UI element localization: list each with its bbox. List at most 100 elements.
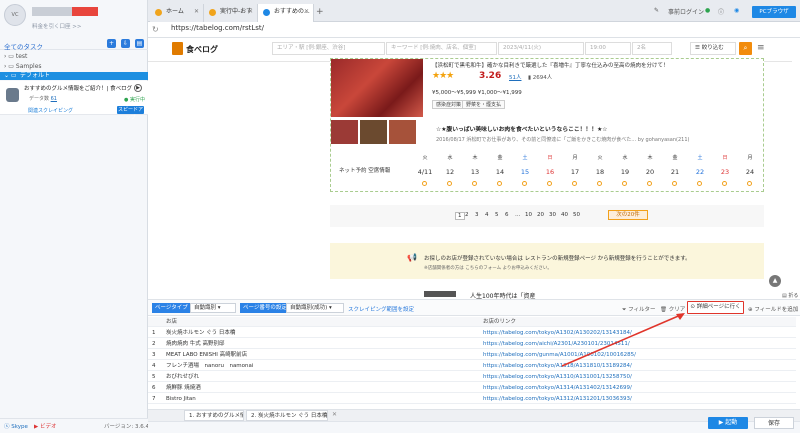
table-row[interactable]: 4 フレンチ酒場 nanoru namonai https://tabelog.co… xyxy=(148,361,796,371)
page-number[interactable]: 1 xyxy=(455,212,465,220)
availability-circle-icon[interactable] xyxy=(472,181,477,186)
page-number[interactable]: 6 xyxy=(505,212,509,218)
availability-circle-icon[interactable] xyxy=(572,181,577,186)
shop-name-cell[interactable]: 炭火焼ホルモン ぐう 日本橋 xyxy=(166,328,235,338)
edit-icon[interactable]: ✎ xyxy=(654,7,659,14)
review-title[interactable]: ☆★腹いっぱい美味しいお肉を食べたいというならここ！！！★☆ xyxy=(436,124,608,133)
tab-home[interactable]: ホーム ✕ xyxy=(150,4,204,22)
shop-link-cell[interactable]: https://tabelog.com/tokyo/A1318/A131810/… xyxy=(483,361,632,371)
calendar-date[interactable]: 17 xyxy=(564,168,586,176)
thumb-3[interactable] xyxy=(389,120,416,144)
skype-link[interactable]: ⓢ Skype xyxy=(4,422,28,430)
availability-circle-icon[interactable] xyxy=(622,181,627,186)
bottom-tab-2[interactable]: 2. 炭火焼ホルモン ぐう 日本橋 - 日… xyxy=(246,410,328,421)
shop-link-cell[interactable]: https://tabelog.com/tokyo/A1312/A131201/… xyxy=(483,394,632,404)
url-field[interactable]: https://tabelog.com/rstLst/ xyxy=(171,24,264,32)
page-number[interactable]: 20 xyxy=(537,212,544,218)
table-row[interactable]: 1 炭火焼ホルモン ぐう 日本橋 https://tabelog.com/tokyo… xyxy=(148,328,796,338)
page-number[interactable]: 50 xyxy=(573,212,580,218)
account-icon[interactable]: ◉ xyxy=(734,7,739,14)
calendar-date[interactable]: 24 xyxy=(739,168,761,176)
search-button[interactable]: ⌕ xyxy=(739,42,752,55)
calendar-date[interactable]: 4/11 xyxy=(414,168,436,176)
pc-browser-button[interactable]: PCブラウザ xyxy=(752,6,796,18)
clear-button[interactable]: 🗑 クリア xyxy=(660,305,685,313)
calendar-date[interactable]: 21 xyxy=(664,168,686,176)
shop-link-cell[interactable]: https://tabelog.com/aichi/A2301/A230101/… xyxy=(483,339,630,349)
table-row[interactable]: 7 Bistro Jitan https://tabelog.com/tokyo/A… xyxy=(148,394,796,404)
calendar-date[interactable]: 19 xyxy=(614,168,636,176)
related-scraping-link[interactable]: 関連スクレイピング xyxy=(28,107,73,114)
availability-circle-icon[interactable] xyxy=(497,181,502,186)
page-num-select[interactable]: 自動識別(成功) ▾ xyxy=(286,303,344,313)
calendar-date[interactable]: 20 xyxy=(639,168,661,176)
people-select[interactable]: 2名 xyxy=(632,42,672,55)
go-detail-page-button[interactable]: ⊙ 詳細ページに行く xyxy=(687,301,744,314)
run-button[interactable]: ▶ 起動 xyxy=(708,417,748,429)
info-icon[interactable]: ⓘ xyxy=(718,7,724,16)
availability-circle-icon[interactable] xyxy=(597,181,602,186)
speedup-button[interactable]: スピードアップ xyxy=(117,106,144,121)
menu-icon[interactable]: ≡ xyxy=(757,43,765,53)
page-number[interactable]: 10 xyxy=(525,212,532,218)
page-number[interactable]: 40 xyxy=(561,212,568,218)
next-page-button[interactable]: 次の20件 xyxy=(608,210,648,220)
new-task-icon[interactable]: + xyxy=(107,39,116,48)
scraping-range-link[interactable]: スクレイピング範囲を設定 xyxy=(348,305,414,313)
refresh-icon[interactable]: ↻ xyxy=(152,25,159,34)
availability-circle-icon[interactable] xyxy=(422,181,427,186)
add-field-button[interactable]: ⊕ フィールドを追加 xyxy=(748,305,798,313)
tab-running[interactable]: 実行中-おす ✕ xyxy=(204,4,258,22)
video-link[interactable]: ▶ ビデオ xyxy=(34,422,57,430)
shop-name-cell[interactable]: フレンチ酒場 nanoru namonai xyxy=(166,361,253,371)
shop-link-cell[interactable]: https://tabelog.com/tokyo/A1302/A130202/… xyxy=(483,328,632,338)
page-number[interactable]: … xyxy=(515,212,521,218)
save-button[interactable]: 保存 xyxy=(754,417,794,429)
page-type-select[interactable]: 自動識別 ▾ xyxy=(190,303,236,313)
tab-current[interactable]: おすすめの... ✕ xyxy=(258,4,314,22)
filter-button[interactable]: ⏷ フィルター xyxy=(622,305,656,314)
calendar-date[interactable]: 22 xyxy=(689,168,711,176)
thumb-1[interactable] xyxy=(331,120,358,144)
calendar-date[interactable]: 13 xyxy=(464,168,486,176)
area-input[interactable]: エリア・駅 [例:銀座、渋谷] xyxy=(272,42,385,55)
availability-circle-icon[interactable] xyxy=(697,181,702,186)
calendar-date[interactable]: 12 xyxy=(439,168,461,176)
new-tab-button[interactable]: + xyxy=(316,7,324,17)
availability-circle-icon[interactable] xyxy=(722,181,727,186)
availability-circle-icon[interactable] xyxy=(647,181,652,186)
shop-link-cell[interactable]: https://tabelog.com/tokyo/A1310/A131001/… xyxy=(483,372,632,382)
shop-name-cell[interactable]: MEAT LABO ENISHI 高崎駅前店 xyxy=(166,350,247,360)
folder-test[interactable]: › ▭ test xyxy=(4,53,27,60)
import-icon[interactable]: ⇩ xyxy=(121,39,130,48)
site-name[interactable]: 食べログ xyxy=(186,44,218,55)
date-select[interactable]: 2023/4/11(火) xyxy=(498,42,584,55)
keyword-input[interactable]: キーワード [例:焼肉、店名、個室] xyxy=(386,42,497,55)
shop-name-cell[interactable]: 焼鮮豚 焼焼酒 xyxy=(166,383,201,393)
availability-circle-icon[interactable] xyxy=(447,181,452,186)
table-row[interactable]: 5 おびれせびれ https://tabelog.com/tokyo/A1310/A… xyxy=(148,372,796,382)
narrow-button[interactable]: ☰ 絞り込む xyxy=(690,42,736,55)
tasks-title[interactable]: 全てのタスク xyxy=(4,41,43,51)
availability-circle-icon[interactable] xyxy=(747,181,752,186)
folder-samples[interactable]: › ▭ Samples xyxy=(4,63,42,70)
page-number[interactable]: 5 xyxy=(495,212,499,218)
availability-circle-icon[interactable] xyxy=(672,181,677,186)
calendar-date[interactable]: 18 xyxy=(589,168,611,176)
availability-circle-icon[interactable] xyxy=(547,181,552,186)
calendar-date[interactable]: 14 xyxy=(489,168,511,176)
table-row[interactable]: 3 MEAT LABO ENISHI 高崎駅前店 https://tabelog.c… xyxy=(148,350,796,360)
table-row[interactable]: 2 焼肉焼肉 牛式 高野別邸 https://tabelog.com/aichi/A… xyxy=(148,339,796,349)
folder-default[interactable]: ⌄ ▭ デフォルト xyxy=(0,72,148,80)
page-number[interactable]: 30 xyxy=(549,212,556,218)
login-link[interactable]: 事前ログイン xyxy=(668,7,704,16)
review-count[interactable]: 51人 xyxy=(509,73,522,81)
shop-name-cell[interactable]: 焼肉焼肉 牛式 高野別邸 xyxy=(166,339,225,349)
bottom-tab-1[interactable]: 1. おすすめのグルメ情報をご紹介… xyxy=(184,410,244,421)
thumb-2[interactable] xyxy=(360,120,387,144)
shop-name-cell[interactable]: おびれせびれ xyxy=(166,372,199,382)
shop-name-cell[interactable]: Bistro Jitan xyxy=(166,394,196,404)
shop-link-cell[interactable]: https://tabelog.com/gunma/A1001/A100102/… xyxy=(483,350,636,360)
scroll-top-icon[interactable]: ▲ xyxy=(769,275,781,287)
time-select[interactable]: 19:00 xyxy=(585,42,631,55)
